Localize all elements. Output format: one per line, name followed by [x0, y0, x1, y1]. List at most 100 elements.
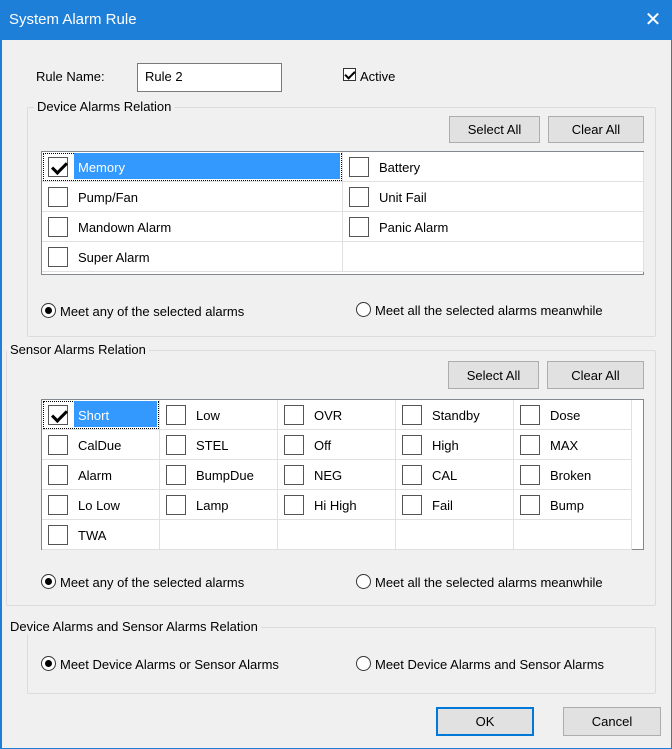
sensor-item-checkbox[interactable] [284, 495, 304, 515]
active-checkbox[interactable] [343, 68, 356, 81]
active-label[interactable]: Active [360, 69, 395, 84]
sensor-item-max[interactable]: MAX [514, 430, 632, 460]
sensor-item-label: CAL [432, 468, 458, 483]
sensor-item-checkbox[interactable] [166, 465, 186, 485]
sensor-item-checkbox[interactable] [402, 405, 422, 425]
sensor-item-twa[interactable]: TWA [42, 520, 160, 550]
window-title: System Alarm Rule [9, 11, 137, 28]
device-item-checkbox[interactable] [349, 187, 369, 207]
sensor-item-bump[interactable]: Bump [514, 490, 632, 520]
relation-and-label[interactable]: Meet Device Alarms and Sensor Alarms [375, 657, 604, 672]
sensor-alarms-list[interactable]: Short Low OVR Standby Dose CalDue STEL Off High M… [41, 399, 644, 550]
sensor-item-dose[interactable]: Dose [514, 400, 632, 430]
relation-group-title: Device Alarms and Sensor Alarms Relation [7, 619, 261, 634]
sensor-item-checkbox[interactable] [284, 405, 304, 425]
sensor-item-checkbox[interactable] [166, 405, 186, 425]
sensor-item-checkbox[interactable] [520, 495, 540, 515]
device-item-checkbox[interactable] [48, 157, 68, 177]
sensor-select-all-button[interactable]: Select All [448, 361, 539, 389]
sensor-item-label: BumpDue [196, 468, 254, 483]
sensor-item-checkbox[interactable] [48, 405, 68, 425]
sensor-item-label: Lo Low [78, 498, 120, 513]
sensor-any-label[interactable]: Meet any of the selected alarms [60, 575, 244, 590]
device-any-label[interactable]: Meet any of the selected alarms [60, 304, 244, 319]
relation-and-radio[interactable] [356, 656, 371, 671]
device-select-all-button[interactable]: Select All [449, 116, 540, 143]
sensor-item-broken[interactable]: Broken [514, 460, 632, 490]
device-item-label: Memory [78, 160, 125, 175]
relation-or-radio[interactable] [41, 656, 56, 671]
sensor-item-caldue[interactable]: CalDue [42, 430, 160, 460]
sensor-item-short[interactable]: Short [42, 400, 160, 430]
sensor-item-lo-low[interactable]: Lo Low [42, 490, 160, 520]
sensor-any-radio[interactable] [41, 574, 56, 589]
device-clear-all-button[interactable]: Clear All [548, 116, 644, 143]
sensor-item-label: STEL [196, 438, 229, 453]
sensor-item-label: High [432, 438, 459, 453]
sensor-item-label: Broken [550, 468, 592, 483]
sensor-item-checkbox[interactable] [48, 495, 68, 515]
sensor-item-checkbox[interactable] [520, 435, 540, 455]
cancel-button[interactable]: Cancel [563, 707, 661, 736]
sensor-item-cal[interactable]: CAL [396, 460, 514, 490]
sensor-item-checkbox[interactable] [284, 465, 304, 485]
rule-name-label: Rule Name: [36, 69, 105, 84]
rule-name-input[interactable]: Rule 2 [137, 63, 282, 92]
device-empty-cell [343, 242, 644, 272]
device-item-checkbox[interactable] [349, 217, 369, 237]
sensor-item-checkbox[interactable] [402, 435, 422, 455]
device-any-radio[interactable] [41, 303, 56, 318]
device-all-label[interactable]: Meet all the selected alarms meanwhile [375, 303, 603, 318]
device-item-super-alarm[interactable]: Super Alarm [42, 242, 343, 272]
sensor-item-label: NEG [314, 468, 343, 483]
sensor-item-label: Dose [550, 408, 581, 423]
sensor-item-low[interactable]: Low [160, 400, 278, 430]
device-all-radio[interactable] [356, 302, 371, 317]
device-item-memory[interactable]: Memory [42, 152, 343, 182]
sensor-item-checkbox[interactable] [166, 495, 186, 515]
sensor-all-label[interactable]: Meet all the selected alarms meanwhile [375, 575, 603, 590]
sensor-item-checkbox[interactable] [284, 435, 304, 455]
relation-or-label[interactable]: Meet Device Alarms or Sensor Alarms [60, 657, 279, 672]
sensor-item-checkbox[interactable] [520, 465, 540, 485]
device-item-mandown-alarm[interactable]: Mandown Alarm [42, 212, 343, 242]
sensor-item-alarm[interactable]: Alarm [42, 460, 160, 490]
device-alarms-list[interactable]: Memory Battery Pump/Fan Unit Fail Mandown Al… [41, 151, 644, 275]
sensor-item-checkbox[interactable] [520, 405, 540, 425]
sensor-item-standby[interactable]: Standby [396, 400, 514, 430]
sensor-item-checkbox[interactable] [48, 465, 68, 485]
sensor-item-off[interactable]: Off [278, 430, 396, 460]
device-item-checkbox[interactable] [48, 187, 68, 207]
sensor-all-radio[interactable] [356, 574, 371, 589]
sensor-item-label: CalDue [78, 438, 122, 453]
sensor-item-checkbox[interactable] [402, 495, 422, 515]
device-item-label: Super Alarm [78, 250, 150, 265]
close-icon[interactable]: ✕ [638, 6, 668, 34]
device-item-panic-alarm[interactable]: Panic Alarm [343, 212, 644, 242]
sensor-item-checkbox[interactable] [48, 525, 68, 545]
sensor-empty-cell [278, 520, 396, 550]
sensor-clear-all-button[interactable]: Clear All [547, 361, 644, 389]
ok-button[interactable]: OK [436, 707, 534, 736]
sensor-item-checkbox[interactable] [402, 465, 422, 485]
sensor-item-label: MAX [550, 438, 579, 453]
sensor-item-neg[interactable]: NEG [278, 460, 396, 490]
sensor-item-label: TWA [78, 528, 107, 543]
sensor-item-high[interactable]: High [396, 430, 514, 460]
sensor-item-label: Short [78, 408, 110, 423]
device-item-checkbox[interactable] [349, 157, 369, 177]
sensor-item-ovr[interactable]: OVR [278, 400, 396, 430]
device-item-battery[interactable]: Battery [343, 152, 644, 182]
sensor-item-fail[interactable]: Fail [396, 490, 514, 520]
device-item-pump-fan[interactable]: Pump/Fan [42, 182, 343, 212]
device-item-checkbox[interactable] [48, 217, 68, 237]
sensor-item-checkbox[interactable] [166, 435, 186, 455]
sensor-item-checkbox[interactable] [48, 435, 68, 455]
device-item-checkbox[interactable] [48, 247, 68, 267]
device-item-unit-fail[interactable]: Unit Fail [343, 182, 644, 212]
sensor-item-bumpdue[interactable]: BumpDue [160, 460, 278, 490]
sensor-item-lamp[interactable]: Lamp [160, 490, 278, 520]
title-bar: System Alarm Rule ✕ [0, 0, 672, 40]
sensor-item-hi-high[interactable]: Hi High [278, 490, 396, 520]
sensor-item-stel[interactable]: STEL [160, 430, 278, 460]
